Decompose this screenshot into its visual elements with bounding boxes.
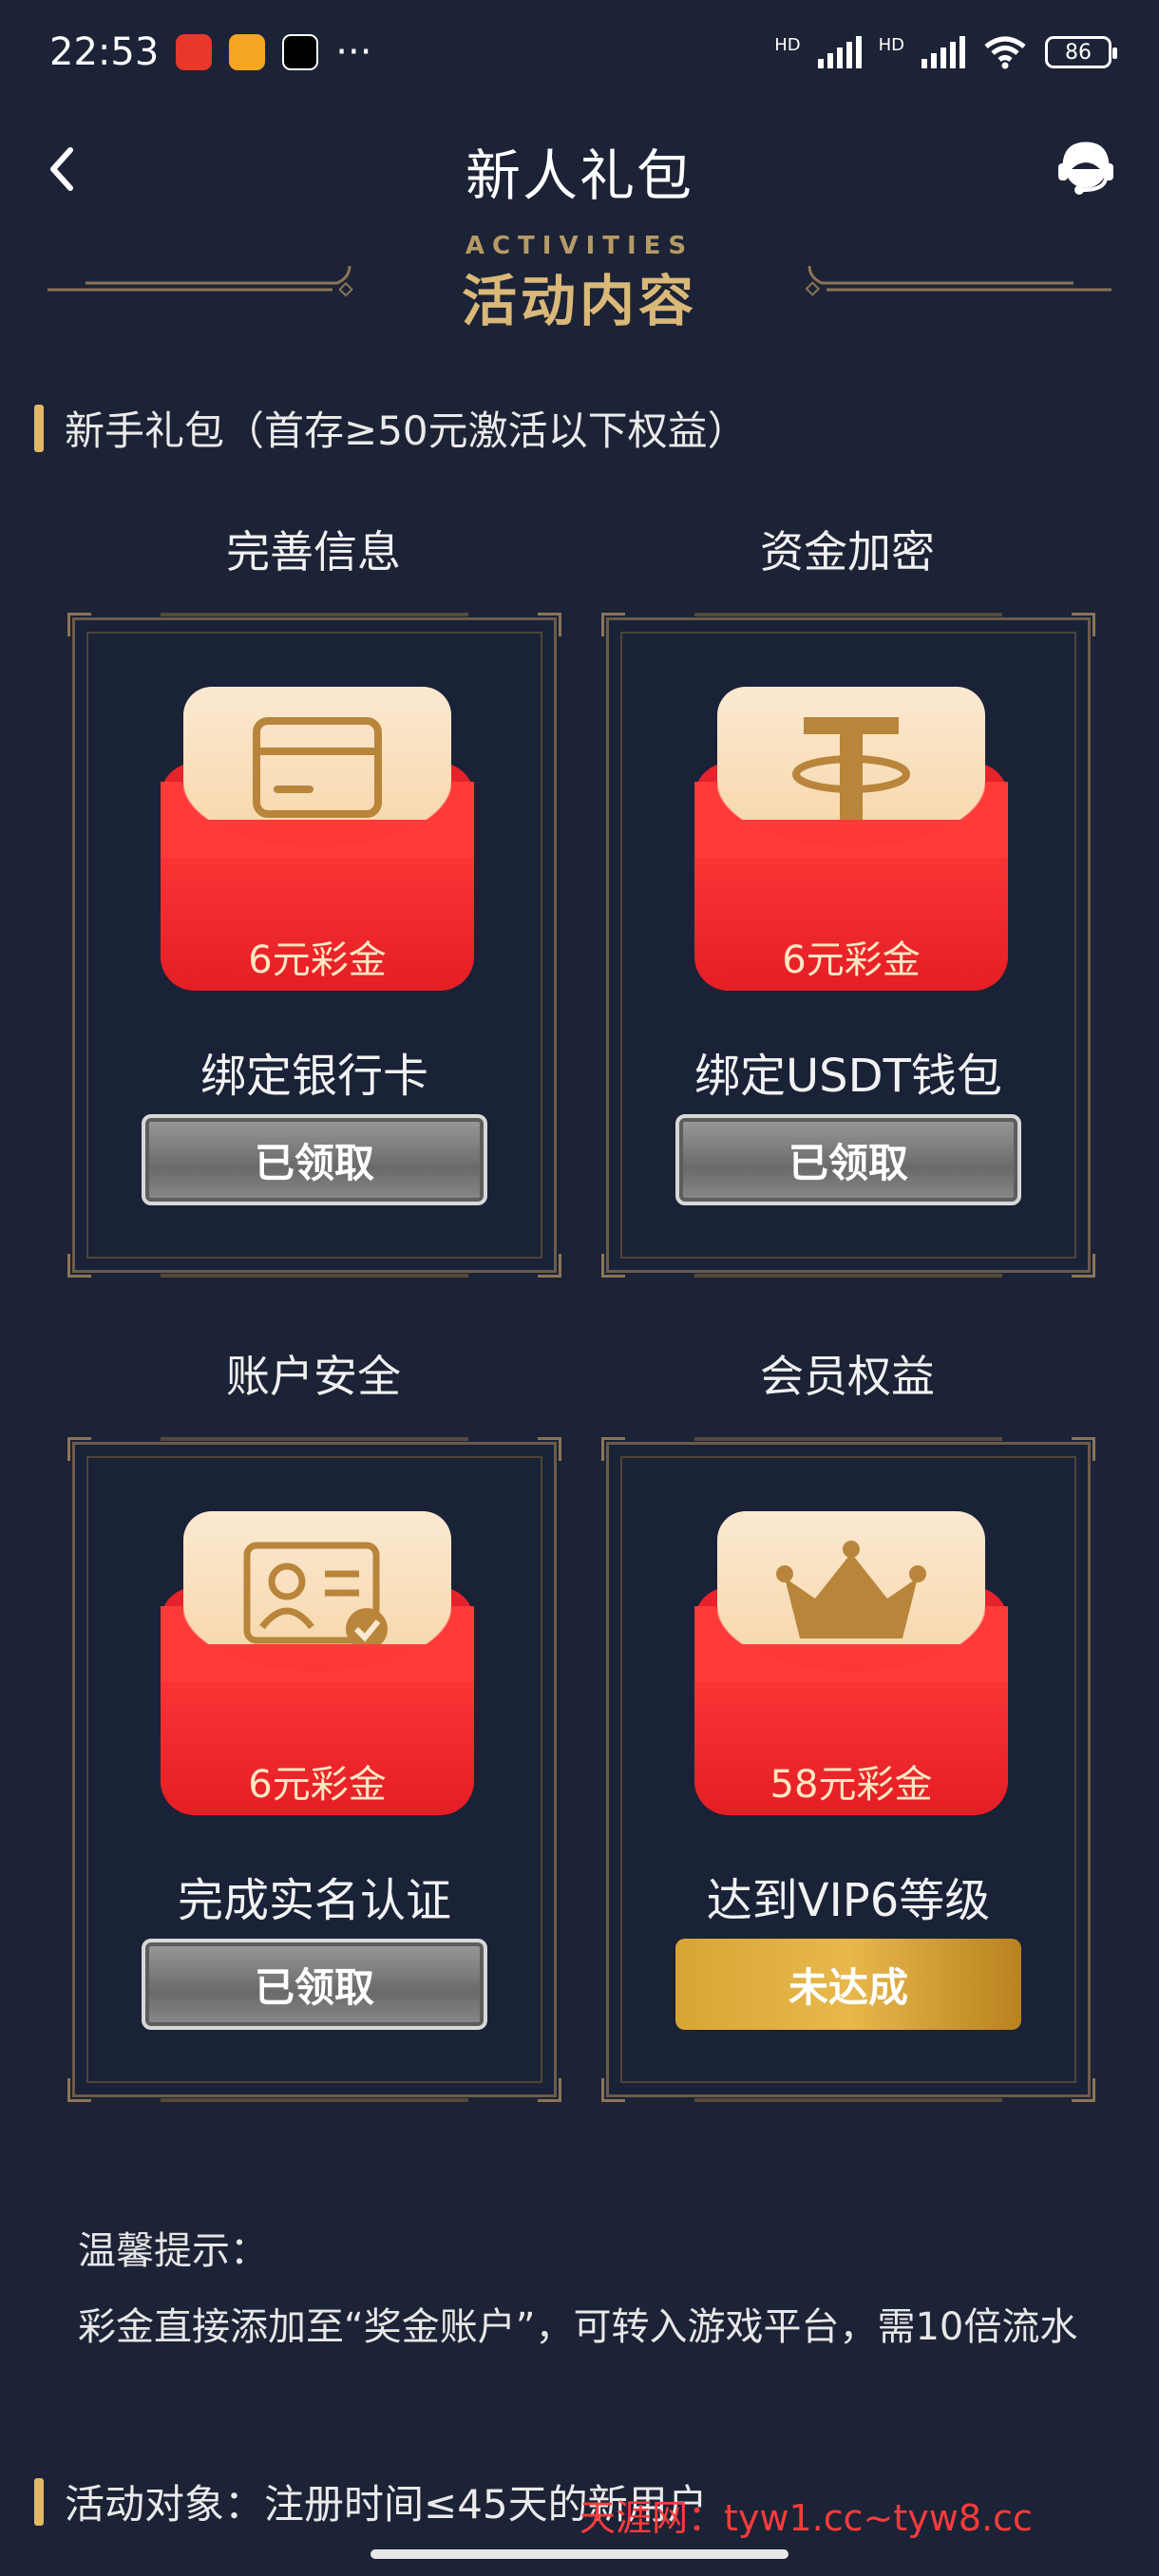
more-notifications-icon: ··· (335, 30, 372, 74)
hd-label-2: HD (878, 35, 904, 55)
not-achieved-button[interactable]: 未达成 (675, 1939, 1021, 2030)
cell-title: 完善信息 (226, 526, 401, 578)
claimed-button[interactable]: 已领取 (675, 1114, 1021, 1205)
newbie-heading-text: 新手礼包（首存≥50元激活以下权益） (65, 407, 748, 454)
cell-title: 会员权益 (760, 1351, 935, 1402)
claimed-button[interactable]: 已领取 (142, 1939, 487, 2030)
battery-level: 86 (1065, 40, 1092, 65)
customer-service-icon[interactable] (1051, 135, 1121, 205)
reward-amount: 6元彩金 (782, 938, 921, 982)
nav-bar: 新人礼包 (0, 104, 1159, 237)
home-indicator[interactable] (370, 2549, 788, 2559)
red-envelope: 6元彩金 (694, 687, 1008, 991)
cell-title: 账户安全 (226, 1351, 401, 1402)
status-time: 22:53 (49, 30, 160, 74)
task-label: 绑定USDT钱包 (694, 1050, 1002, 1103)
heading-accent-bar (34, 2477, 44, 2526)
app-notification-icon-3 (282, 34, 319, 70)
reward-amount: 6元彩金 (248, 938, 387, 982)
cell-title: 资金加密 (760, 526, 935, 578)
task-label: 绑定银行卡 (200, 1050, 428, 1103)
reward-card: 6元彩金 绑定银行卡 已领取 (67, 613, 561, 1278)
reward-card: 58元彩金 达到VIP6等级 未达成 (601, 1437, 1095, 2102)
wifi-icon (984, 36, 1026, 69)
red-envelope: 6元彩金 (161, 1511, 474, 1815)
red-envelope: 6元彩金 (161, 687, 474, 991)
signal-icon-2 (922, 36, 965, 68)
status-bar: 22:53 ··· HD HD 86 (0, 0, 1159, 104)
red-envelope: 58元彩金 (694, 1511, 1008, 1815)
app-notification-icon (176, 34, 213, 70)
tips-label: 温馨提示： (78, 2229, 268, 2273)
newbie-heading: 新手礼包（首存≥50元激活以下权益） (34, 399, 748, 457)
heading-accent-bar (34, 404, 44, 452)
task-label: 达到VIP6等级 (706, 1874, 991, 1927)
app-notification-icon-2 (229, 34, 266, 70)
task-label: 完成实名认证 (177, 1874, 451, 1927)
reward-amount: 6元彩金 (248, 1763, 387, 1807)
chevron-left-icon[interactable] (40, 141, 87, 198)
claimed-button[interactable]: 已领取 (142, 1114, 487, 1205)
signal-icon (817, 36, 862, 68)
reward-amount: 58元彩金 (770, 1763, 933, 1807)
section-header: ACTIVITIES 活动内容 (0, 232, 1159, 333)
ornament-right (805, 265, 1112, 296)
hd-label: HD (774, 35, 801, 55)
reward-card: 6元彩金 完成实名认证 已领取 (67, 1437, 561, 2102)
battery-icon: 86 (1045, 36, 1117, 68)
page-title: 新人礼包 (465, 143, 694, 208)
reward-card: 6元彩金 绑定USDT钱包 已领取 (601, 613, 1095, 1278)
watermark: 天涯网：tyw1.cc~tyw8.cc (580, 2497, 1033, 2539)
tips-text: 彩金直接添加至“奖金账户”，可转入游戏平台，需10倍流水 (78, 2305, 1078, 2349)
